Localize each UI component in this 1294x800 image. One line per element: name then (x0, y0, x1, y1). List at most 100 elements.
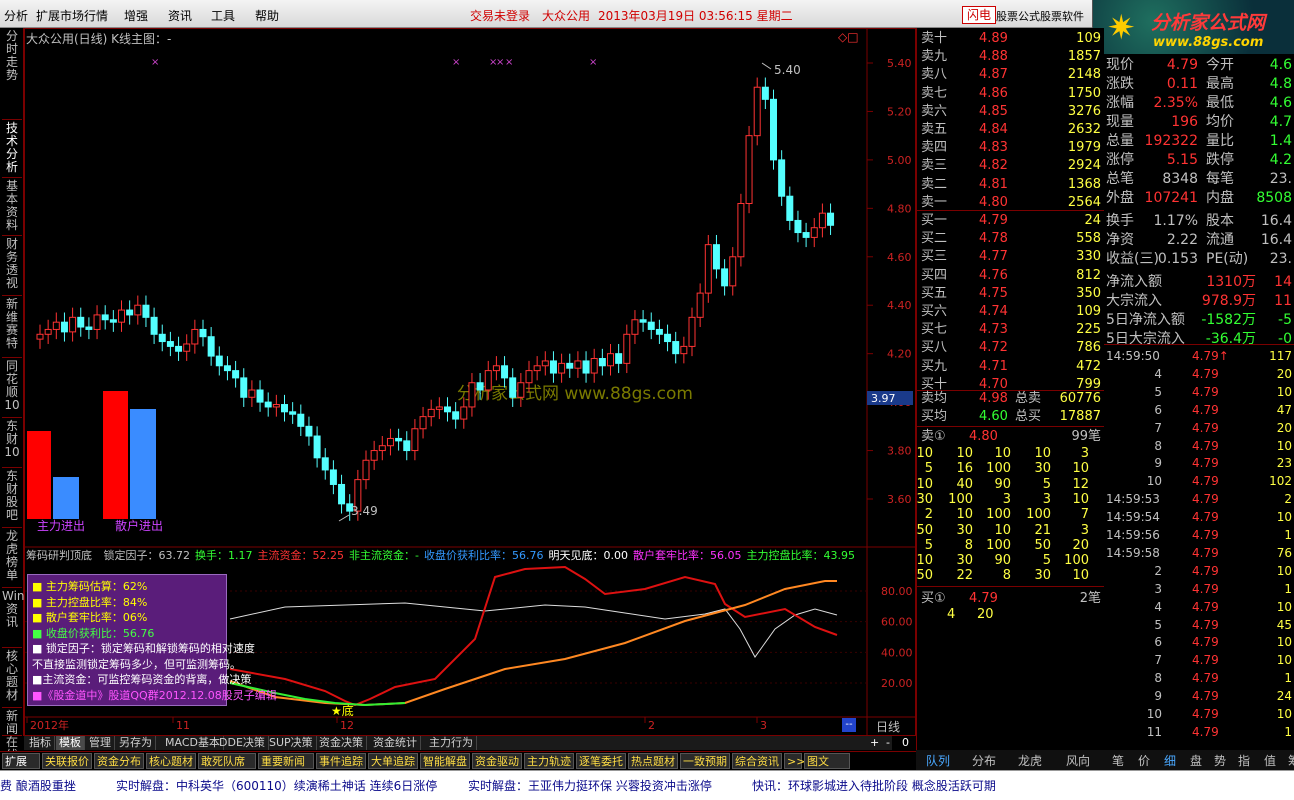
indicator-tab-9[interactable]: 主力行为 (426, 736, 477, 750)
price-tick-label: 4.80 (887, 202, 912, 215)
right-tab-0[interactable]: 队列 (926, 752, 950, 769)
left-tab-6[interactable]: 东财10 (2, 418, 22, 468)
right-tab-7[interactable]: 盘 (1190, 752, 1202, 769)
candle (712, 244, 720, 270)
right-tab-2[interactable]: 龙虎 (1018, 752, 1042, 769)
ext-tab-15[interactable]: >> (784, 753, 805, 769)
candle (264, 401, 272, 408)
ext-tab-10[interactable]: 主力轨迹 (524, 753, 574, 769)
queue-cell: 100 (986, 461, 1011, 477)
left-tab-0[interactable]: 分时走势 (2, 28, 22, 120)
tick-row: 14:59:53 4.79 2 (1106, 490, 1294, 508)
indicator-tab-7[interactable]: 资金决策 (316, 736, 367, 750)
indicator-title-bar: 筹码研判顶底 锁定因子：63.72 换手：1.17 主流资金：52.25 非主流资金：… (26, 547, 860, 563)
right-tab-6[interactable]: 细 (1164, 752, 1176, 769)
left-tab-11[interactable]: 新闻在线 (2, 708, 22, 762)
indicator-tab-1[interactable]: 模板 (56, 736, 85, 750)
indicator-tab-6[interactable]: SUP决策 (266, 736, 317, 750)
tick-time: 14:59:54 (1106, 510, 1160, 525)
left-tab-1[interactable]: 技术分析 (2, 120, 22, 178)
tick-list[interactable]: 14:59:50 4.79↑ 117 4 4.79 20 5 4.79 10 6 4.79 47 7 4.… (1104, 344, 1294, 750)
ticker-item[interactable]: 实时解盘：中科英华（600110）续演稀土神话 连续6日涨停 (116, 777, 437, 794)
ext-tab-16[interactable]: 图文F10 (804, 753, 850, 784)
ext-tab-1[interactable]: 关联报价 (42, 753, 92, 769)
tick-row: 8 4.79 1 (1106, 669, 1294, 687)
left-tab-4[interactable]: 新维赛特 (2, 296, 22, 358)
menu-help[interactable]: 帮助 (255, 7, 279, 24)
right-tab-3[interactable]: 风向 (1066, 752, 1090, 769)
left-tab-8[interactable]: 龙虎榜单 (2, 528, 22, 588)
queue-cell: 10 (916, 553, 933, 569)
right-tab-11[interactable]: 筹 (1288, 752, 1294, 769)
left-tab-9[interactable]: Wind资讯 (2, 588, 32, 648)
menu-enhance[interactable]: 增强 (124, 7, 148, 24)
ext-tab-0[interactable]: 扩展区 (2, 753, 40, 784)
ticker-item[interactable]: 快讯：环球影城进入待批阶段 概念股活跃可期 (752, 777, 996, 794)
ext-tab-2[interactable]: 资金分布 (94, 753, 144, 769)
scroll-end-button[interactable]: -- (842, 718, 856, 732)
right-tab-10[interactable]: 值 (1264, 752, 1276, 769)
menu-tools[interactable]: 工具 (211, 7, 235, 24)
chart-options-icon[interactable]: ◇□ (838, 30, 859, 44)
period-label[interactable]: 日线 (876, 718, 900, 735)
tick-time: 4 (1154, 599, 1162, 614)
menu-news[interactable]: 资讯 (168, 7, 192, 24)
candle (118, 309, 125, 323)
left-tab-5[interactable]: 同花顺10 (2, 358, 22, 418)
right-tab-9[interactable]: 指 (1238, 752, 1250, 769)
queue-label: 卖① (921, 429, 946, 444)
indicator-tab-2[interactable]: 管理 (86, 736, 115, 750)
ext-tab-7[interactable]: 大单追踪 (368, 753, 418, 769)
quote-stat-row: 总笔 8348 每笔 23. (1106, 170, 1294, 189)
left-tab-7[interactable]: 东财股吧 (2, 468, 22, 528)
ext-tab-4[interactable]: 敢死队席位 (198, 753, 256, 784)
indicator-tab-5[interactable]: DDE决策 (216, 736, 269, 750)
indicator-tab-4[interactable]: MACD基本 (162, 736, 224, 750)
ext-tab-14[interactable]: 综合资讯 (732, 753, 782, 769)
ext-tab-8[interactable]: 智能解盘 (420, 753, 470, 769)
ext-tab-13[interactable]: 一致预期 (680, 753, 730, 769)
queue-row: 10 40 90 5 12 (916, 477, 1103, 492)
right-tab-8[interactable]: 势 (1214, 752, 1226, 769)
quote-stat-row: 涨幅 2.35% 最低 4.6 (1106, 94, 1294, 113)
tick-row: 7 4.79 10 (1106, 651, 1294, 669)
ticker-item[interactable]: 费 酿酒股重挫 (0, 777, 76, 794)
buy-level-volume: 350 (1076, 285, 1101, 301)
flash-button[interactable]: 闪电 (962, 6, 997, 24)
left-tab-2[interactable]: 基本资料 (2, 178, 22, 236)
indicator-tab-3[interactable]: 另存为 (116, 736, 156, 750)
tick-price: 4.79 (1192, 724, 1219, 739)
legend-line-6: ■主流资金：可监控筹码资金的背离，做决策 (32, 673, 252, 686)
right-tab-4[interactable]: 笔 (1112, 752, 1124, 769)
stat-label: 内盘 (1206, 190, 1234, 206)
tick-time: 6 (1154, 635, 1162, 650)
menu-ext-market[interactable]: 扩展市场行情 (36, 7, 108, 24)
indicator-tab-8[interactable]: 资金统计 (370, 736, 421, 750)
stat-label: 最高 (1206, 76, 1234, 92)
right-tab-5[interactable]: 价 (1138, 752, 1150, 769)
zoom-reset-button[interactable]: 0 (902, 736, 909, 749)
low-label: 3.49 (351, 504, 378, 518)
menu-analysis[interactable]: 分析 (4, 7, 28, 24)
left-tab-3[interactable]: 财务透视 (2, 236, 22, 296)
ext-tab-6[interactable]: 事件追踪 (316, 753, 366, 769)
tick-time: 14:59:58 (1106, 545, 1160, 560)
tick-volume: 10 (1276, 707, 1292, 721)
zoom-out-button[interactable]: - (886, 736, 890, 749)
ext-tab-11[interactable]: 逐笔委托 (576, 753, 626, 769)
queue-cell: 30 (1034, 461, 1051, 477)
ext-tab-12[interactable]: 热点题材 (628, 753, 678, 769)
ext-tab-9[interactable]: 资金驱动 (472, 753, 522, 769)
ext-tab-5[interactable]: 重要新闻 (258, 753, 314, 769)
zoom-in-button[interactable]: + (870, 736, 879, 749)
left-tab-10[interactable]: 核心题材 (2, 648, 22, 708)
candle (240, 377, 248, 398)
right-tab-1[interactable]: 分布 (972, 752, 996, 769)
ticker-item[interactable]: 实时解盘：王亚伟力挺环保 兴蓉投资冲击涨停 (468, 777, 712, 794)
indicator-tab-0[interactable]: 指标 (26, 736, 55, 750)
stat-value: 4.6 (1269, 57, 1292, 73)
ext-tab-3[interactable]: 核心题材 (146, 753, 196, 769)
candle (183, 343, 191, 352)
tick-time: 8 (1154, 438, 1162, 453)
price-tick-label: 4.60 (887, 251, 912, 264)
